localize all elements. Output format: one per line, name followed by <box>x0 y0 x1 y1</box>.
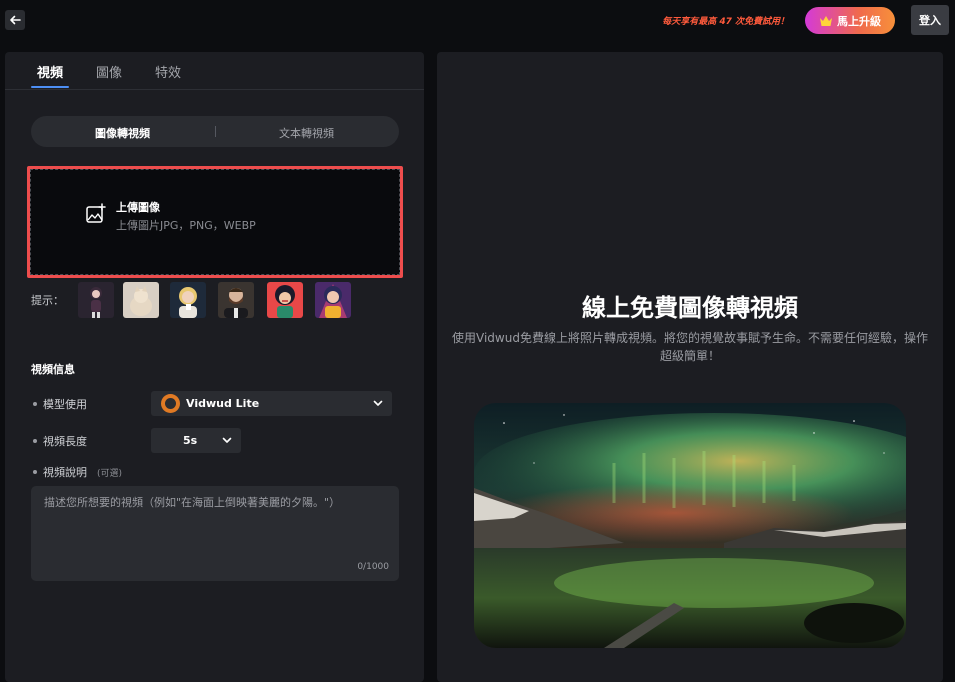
model-label: 模型使用 <box>43 398 87 411</box>
upgrade-label: 馬上升級 <box>837 14 881 28</box>
example-thumb-cat[interactable] <box>123 282 159 318</box>
tab-bar: 視頻 圖像 特效 <box>5 52 424 90</box>
chevron-down-icon <box>373 400 383 406</box>
crown-icon <box>820 15 832 26</box>
video-info-title: 視頻信息 <box>31 363 75 376</box>
length-value: 5s <box>183 434 198 447</box>
mode-image-to-video[interactable]: 圖像轉視頻 <box>95 125 150 141</box>
hint-label: 提示： <box>31 294 64 307</box>
model-value: Vidwud Lite <box>186 397 260 410</box>
aurora-preview-image <box>474 403 906 648</box>
length-row-label: 視頻長度 <box>33 433 87 449</box>
bullet-dot <box>33 439 37 443</box>
preview-panel: 線上免費圖像轉視頻 使用Vidwud免費線上將照片轉成視頻。將您的視覺故事賦予生… <box>437 52 943 682</box>
bullet-dot <box>33 470 37 474</box>
back-button[interactable] <box>5 10 25 30</box>
example-thumb-woman-coffee[interactable] <box>170 282 206 318</box>
login-button[interactable]: 登入 <box>911 5 949 35</box>
upload-title: 上傳圖像 <box>116 201 160 214</box>
example-thumb-girl-anime[interactable] <box>78 282 114 318</box>
hero-description: 使用Vidwud免費線上將照片轉成視頻。將您的視覺故事賦予生命。不需要任何經驗，… <box>452 331 928 363</box>
upgrade-button[interactable]: 馬上升級 <box>805 7 895 34</box>
generator-panel: 視頻 圖像 特效 圖像轉視頻 文本轉視頻 上傳圖像 上傳圖片JPG，PNG，WE… <box>5 52 424 682</box>
example-thumb-colorful-girl[interactable] <box>315 282 351 318</box>
upload-formats: 上傳圖片JPG，PNG，WEBP <box>116 219 256 232</box>
chevron-down-icon <box>222 437 232 443</box>
description-row-label: 視頻說明 (可選) <box>33 464 122 480</box>
vidwud-logo-icon <box>161 394 180 413</box>
description-label: 視頻說明 <box>43 466 87 479</box>
tab-video[interactable]: 視頻 <box>37 62 63 81</box>
tab-effects[interactable]: 特效 <box>155 62 181 81</box>
length-select[interactable]: 5s <box>151 428 241 453</box>
promo-text: 每天享有最高 47 次免費試用！ <box>662 17 789 27</box>
description-textarea[interactable]: 描述您所想要的視頻（例如"在海面上倒映著美麗的夕陽。"） 0/1000 <box>31 486 399 581</box>
model-select[interactable]: Vidwud Lite <box>151 391 392 416</box>
optional-tag: (可選) <box>97 468 123 479</box>
mode-divider <box>215 126 216 137</box>
mode-switch: 圖像轉視頻 文本轉視頻 <box>31 116 399 147</box>
arrow-left-icon <box>10 15 21 25</box>
tab-image[interactable]: 圖像 <box>96 62 122 81</box>
upload-dropzone[interactable]: 上傳圖像 上傳圖片JPG，PNG，WEBP <box>27 166 403 278</box>
example-thumb-pop-art-woman[interactable] <box>267 282 303 318</box>
model-row-label: 模型使用 <box>33 396 87 412</box>
mode-text-to-video[interactable]: 文本轉視頻 <box>279 125 334 141</box>
image-add-icon <box>86 203 106 223</box>
length-label: 視頻長度 <box>43 435 87 448</box>
active-tab-indicator <box>31 86 69 88</box>
character-counter: 0/1000 <box>357 562 389 572</box>
top-bar: 每天享有最高 47 次免費試用！ 馬上升級 登入 <box>0 0 955 42</box>
description-placeholder: 描述您所想要的視頻（例如"在海面上倒映著美麗的夕陽。"） <box>44 496 341 509</box>
example-thumb-bearded-man[interactable] <box>218 282 254 318</box>
hero-title: 線上免費圖像轉視頻 <box>582 294 798 322</box>
bullet-dot <box>33 402 37 406</box>
